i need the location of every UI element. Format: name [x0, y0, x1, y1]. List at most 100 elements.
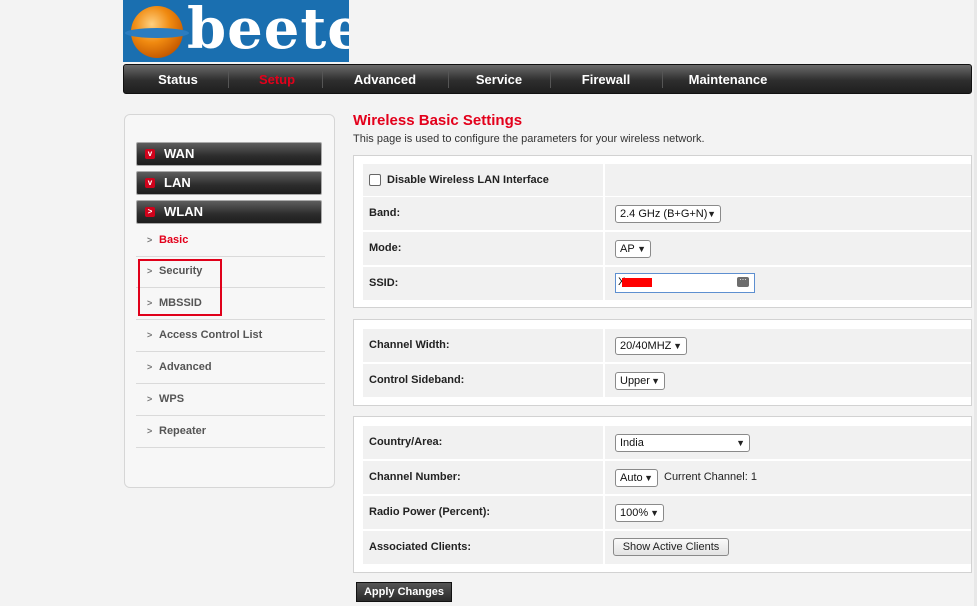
sidebar-category-label: WLAN — [164, 204, 203, 219]
country-value: India — [620, 437, 644, 449]
mode-row: Mode: AP ▼ — [363, 232, 971, 265]
band-value: 2.4 GHz (B+G+N) — [620, 208, 708, 220]
nav-maintenance[interactable]: Maintenance — [662, 65, 794, 93]
sidebar: v WAN v LAN > WLAN > Basic > Security > … — [124, 114, 335, 488]
country-row: Country/Area: India ▼ — [363, 426, 971, 459]
sidebar-category-label: WAN — [164, 146, 195, 161]
control-sideband-select[interactable]: Upper ▼ — [615, 372, 665, 390]
chevron-down-icon: ▼ — [644, 473, 653, 483]
sidebar-item-access-control-list[interactable]: > Access Control List — [136, 321, 325, 352]
associated-clients-label: Associated Clients: — [363, 531, 603, 564]
radio-settings-panel: Country/Area: India ▼ Channel Number: Au… — [353, 416, 972, 573]
disable-wlan-checkbox[interactable] — [369, 174, 381, 187]
channel-width-value: 20/40MHZ — [620, 340, 672, 352]
channel-number-label: Channel Number: — [363, 461, 603, 494]
mode-value: AP — [620, 243, 635, 255]
channel-width-label: Channel Width: — [363, 329, 603, 362]
highlight-annotation — [138, 259, 222, 316]
band-label: Band: — [363, 197, 603, 230]
logo-wordmark: beetel — [187, 0, 349, 62]
control-sideband-cell: Upper ▼ — [605, 364, 971, 397]
nav-advanced[interactable]: Advanced — [322, 65, 448, 93]
channel-number-value: Auto — [620, 472, 643, 484]
control-sideband-value: Upper — [620, 375, 650, 387]
associated-clients-row: Associated Clients: Show Active Clients — [363, 531, 971, 564]
ssid-cell: X ⋯ — [605, 267, 971, 300]
chevron-down-icon: ▼ — [650, 508, 659, 518]
nav-setup[interactable]: Setup — [232, 65, 322, 93]
radio-power-row: Radio Power (Percent): 100% ▼ — [363, 496, 971, 529]
nav-status[interactable]: Status — [124, 65, 232, 93]
beetel-logo: beetel — [123, 0, 349, 62]
disable-wlan-cell: Disable Wireless LAN Interface — [363, 164, 603, 196]
ssid-row: SSID: X ⋯ — [363, 267, 971, 300]
country-label: Country/Area: — [363, 426, 603, 459]
sidebar-item-label: Basic — [159, 234, 189, 246]
arrow-right-icon: > — [147, 394, 153, 404]
chevron-down-icon: ▼ — [637, 244, 646, 254]
arrow-right-icon: > — [147, 426, 153, 436]
channel-number-row: Channel Number: Auto ▼ Current Channel: … — [363, 461, 971, 494]
collapse-arrow-icon: > — [145, 207, 155, 217]
radio-power-select[interactable]: 100% ▼ — [615, 504, 664, 522]
sidebar-category-wan[interactable]: v WAN — [136, 142, 322, 166]
arrow-right-icon: > — [147, 330, 153, 340]
radio-power-cell: 100% ▼ — [605, 496, 971, 529]
disable-wlan-row: Disable Wireless LAN Interface — [363, 164, 971, 196]
empty-cell — [605, 164, 971, 196]
mode-label: Mode: — [363, 232, 603, 265]
basic-settings-panel: Disable Wireless LAN Interface Band: 2.4… — [353, 155, 972, 308]
nav-divider — [228, 71, 229, 88]
sidebar-category-lan[interactable]: v LAN — [136, 171, 322, 195]
expand-chevron-icon: v — [145, 178, 155, 188]
control-sideband-label: Control Sideband: — [363, 364, 603, 397]
radio-power-label: Radio Power (Percent): — [363, 496, 603, 529]
keyboard-icon[interactable]: ⋯ — [737, 277, 749, 287]
sidebar-item-advanced[interactable]: > Advanced — [136, 353, 325, 384]
apply-changes-button[interactable]: Apply Changes — [356, 582, 452, 602]
sidebar-item-label: Access Control List — [159, 329, 263, 341]
top-navigation: Status Setup Advanced Service Firewall M… — [123, 64, 972, 94]
current-channel-text: Current Channel: 1 — [664, 471, 757, 483]
mode-cell: AP ▼ — [605, 232, 971, 265]
associated-clients-cell: Show Active Clients — [605, 531, 971, 564]
channel-number-select[interactable]: Auto ▼ — [615, 469, 658, 487]
channel-width-select[interactable]: 20/40MHZ ▼ — [615, 337, 687, 355]
redaction-bar — [622, 278, 652, 287]
control-sideband-row: Control Sideband: Upper ▼ — [363, 364, 971, 397]
arrow-right-icon: > — [147, 362, 153, 372]
sidebar-item-label: Repeater — [159, 425, 207, 437]
sidebar-category-label: LAN — [164, 175, 191, 190]
channel-width-row: Channel Width: 20/40MHZ ▼ — [363, 329, 971, 362]
ssid-label: SSID: — [363, 267, 603, 300]
channel-number-cell: Auto ▼ Current Channel: 1 — [605, 461, 971, 494]
radio-power-value: 100% — [620, 507, 649, 519]
page-description: This page is used to configure the param… — [353, 133, 705, 145]
sidebar-item-label: WPS — [159, 393, 185, 405]
expand-chevron-icon: v — [145, 149, 155, 159]
show-active-clients-button[interactable]: Show Active Clients — [613, 538, 729, 556]
chevron-down-icon: ▼ — [707, 209, 716, 219]
arrow-right-icon: > — [147, 235, 153, 245]
sidebar-item-repeater[interactable]: > Repeater — [136, 417, 325, 448]
chevron-down-icon: ▼ — [736, 438, 745, 448]
mode-select[interactable]: AP ▼ — [615, 240, 651, 258]
sidebar-item-wps[interactable]: > WPS — [136, 385, 325, 416]
country-cell: India ▼ — [605, 426, 971, 459]
country-select[interactable]: India ▼ — [615, 434, 750, 452]
band-select[interactable]: 2.4 GHz (B+G+N) ▼ — [615, 205, 721, 223]
page-title: Wireless Basic Settings — [353, 112, 523, 129]
chevron-down-icon: ▼ — [651, 376, 660, 386]
sidebar-item-label: Advanced — [159, 361, 212, 373]
sidebar-item-basic[interactable]: > Basic — [136, 226, 325, 257]
nav-service[interactable]: Service — [448, 65, 550, 93]
band-cell: 2.4 GHz (B+G+N) ▼ — [605, 197, 971, 230]
channel-width-cell: 20/40MHZ ▼ — [605, 329, 971, 362]
nav-firewall[interactable]: Firewall — [550, 65, 662, 93]
globe-logo-icon — [125, 6, 189, 58]
ssid-input[interactable]: X ⋯ — [615, 273, 755, 293]
band-row: Band: 2.4 GHz (B+G+N) ▼ — [363, 197, 971, 230]
disable-wlan-label: Disable Wireless LAN Interface — [387, 174, 549, 186]
sidebar-category-wlan[interactable]: > WLAN — [136, 200, 322, 224]
channel-settings-panel: Channel Width: 20/40MHZ ▼ Control Sideba… — [353, 319, 972, 406]
